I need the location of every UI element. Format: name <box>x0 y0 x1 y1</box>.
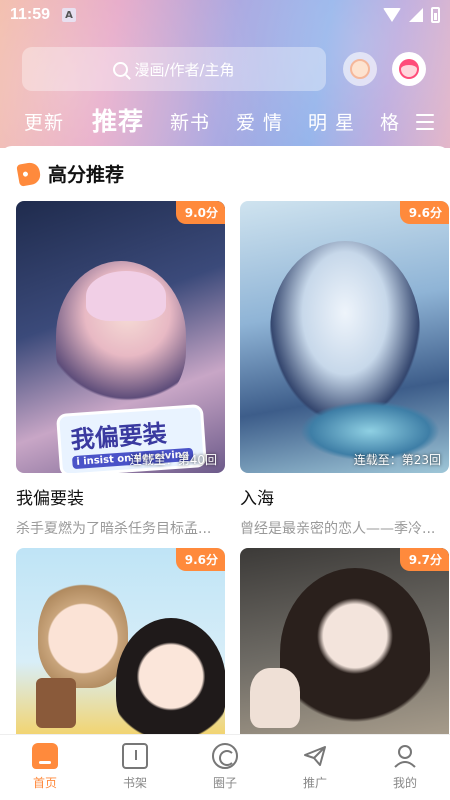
comic-description: 杀手夏燃为了暗杀任务目标孟... <box>16 521 212 537</box>
cover-figure-girl <box>116 618 225 734</box>
score-badge: 9.6分 <box>399 201 449 224</box>
tab-update[interactable]: 更新 <box>24 108 64 135</box>
status-icons <box>383 7 440 23</box>
boy-face-icon <box>350 59 370 79</box>
tab-new-books[interactable]: 新书 <box>170 108 210 135</box>
score-badge: 9.6分 <box>175 548 225 571</box>
progress-label: 连载至：第40回 <box>129 453 217 467</box>
girl-face-icon <box>399 59 419 79</box>
cover-hair <box>86 271 166 321</box>
tab-celebrity[interactable]: 明 星 <box>308 108 355 135</box>
nav-promote[interactable]: 推广 <box>270 735 360 800</box>
cover-drink <box>36 678 76 728</box>
status-bar: 11:59 A <box>0 0 450 30</box>
nav-bookshelf[interactable]: 书架 <box>90 735 180 800</box>
circle-icon <box>212 743 238 769</box>
girl-avatar-button[interactable] <box>392 52 426 86</box>
cover-figure-boy <box>38 578 128 688</box>
comic-card[interactable]: 我偏要装 i insist on deceiving 9.0分 连载至：第40回… <box>16 201 225 538</box>
profile-icon <box>392 743 418 769</box>
comic-card[interactable]: 9.7分 <box>240 548 449 734</box>
tab-recommend[interactable]: 推荐 <box>92 102 144 138</box>
score-badge: 9.0分 <box>175 201 225 224</box>
home-icon <box>32 743 58 769</box>
signal-icon <box>409 8 423 22</box>
score-badge: 9.7分 <box>399 548 449 571</box>
comic-cover[interactable]: 9.7分 <box>240 548 449 734</box>
menu-icon[interactable] <box>416 114 434 130</box>
status-time: 11:59 <box>10 6 51 23</box>
nav-label: 推广 <box>302 776 327 790</box>
tag-icon <box>16 160 42 187</box>
comic-title[interactable]: 我偏要装 <box>16 484 225 509</box>
search-input[interactable]: 漫画/作者/主角 <box>22 47 326 91</box>
nav-label: 首页 <box>32 776 57 790</box>
nav-label: 圈子 <box>212 776 237 790</box>
promote-icon <box>302 743 328 769</box>
cover-hand <box>250 668 300 728</box>
comic-description: 曾经是最亲密的恋人——季冷... <box>240 521 436 537</box>
comic-cover[interactable]: 9.6分 连载至：第23回 <box>240 201 449 473</box>
nav-profile[interactable]: 我的 <box>360 735 450 800</box>
nav-home[interactable]: 首页 <box>0 735 90 800</box>
search-icon <box>113 61 129 77</box>
bookshelf-icon <box>122 743 148 769</box>
bottom-nav: 首页 书架 圈子 推广 我的 <box>0 734 450 800</box>
battery-icon <box>431 7 440 23</box>
nav-label: 我的 <box>392 776 417 790</box>
comic-card[interactable]: 9.6分 连载至：第23回 入海 曾经是最亲密的恋人——季冷... <box>240 201 449 538</box>
nav-label: 书架 <box>122 776 147 790</box>
progress-label: 连载至：第23回 <box>353 453 441 467</box>
cover-figure <box>270 241 420 421</box>
section-title: 高分推荐 <box>48 164 125 186</box>
comic-cover[interactable]: 我偏要装 i insist on deceiving 9.0分 连载至：第40回 <box>16 201 225 473</box>
tab-romance[interactable]: 爱 情 <box>236 108 283 135</box>
comic-card[interactable]: 9.6分 <box>16 548 225 734</box>
category-tabs: 更新 推荐 新书 爱 情 明 星 格 <box>0 100 450 144</box>
nav-circle[interactable]: 圈子 <box>180 735 270 800</box>
main-content: 高分推荐 我偏要装 i insist on deceiving 9.0分 连载至… <box>0 146 450 734</box>
comic-cover[interactable]: 9.6分 <box>16 548 225 734</box>
header: 11:59 A 漫画/作者/主角 更新 推荐 新书 爱 情 明 星 格 <box>0 0 450 148</box>
section-header: 高分推荐 <box>16 160 125 187</box>
search-placeholder: 漫画/作者/主角 <box>134 60 235 79</box>
boy-avatar-button[interactable] <box>343 52 377 86</box>
cover-figure <box>280 568 430 734</box>
comic-title[interactable]: 入海 <box>240 484 449 509</box>
notification-a-icon: A <box>62 8 77 22</box>
wifi-icon <box>383 8 401 22</box>
tab-more[interactable]: 格 <box>380 108 400 135</box>
